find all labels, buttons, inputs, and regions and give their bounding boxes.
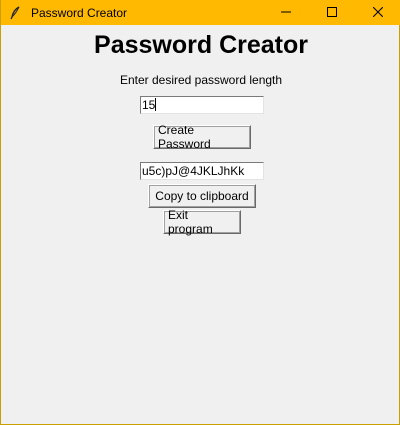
title-bar[interactable]: Password Creator bbox=[1, 0, 400, 25]
copy-to-clipboard-button[interactable]: Copy to clipboard bbox=[148, 184, 256, 208]
window-title: Password Creator bbox=[31, 5, 128, 20]
exit-program-button[interactable]: Exit program bbox=[163, 208, 241, 236]
maximize-button[interactable] bbox=[309, 0, 355, 25]
close-icon bbox=[372, 4, 384, 22]
page-title: Password Creator bbox=[94, 31, 308, 59]
close-button[interactable] bbox=[355, 0, 400, 25]
maximize-icon bbox=[327, 4, 337, 22]
password-length-input[interactable]: 15 bbox=[140, 96, 264, 114]
window-controls bbox=[263, 0, 400, 25]
minimize-icon bbox=[281, 4, 291, 22]
password-length-value: 15 bbox=[142, 98, 156, 112]
feather-icon bbox=[7, 5, 23, 21]
minimize-button[interactable] bbox=[263, 0, 309, 25]
create-password-button[interactable]: Create Password bbox=[153, 123, 251, 151]
password-output-value: u5c)pJ@4JKLJhKk bbox=[142, 164, 245, 178]
length-prompt-label: Enter desired password length bbox=[119, 73, 283, 87]
text-caret bbox=[155, 98, 157, 111]
password-output-field[interactable]: u5c)pJ@4JKLJhKk bbox=[140, 162, 264, 180]
app-window: Password Creator Password Creator Enter … bbox=[0, 0, 400, 425]
